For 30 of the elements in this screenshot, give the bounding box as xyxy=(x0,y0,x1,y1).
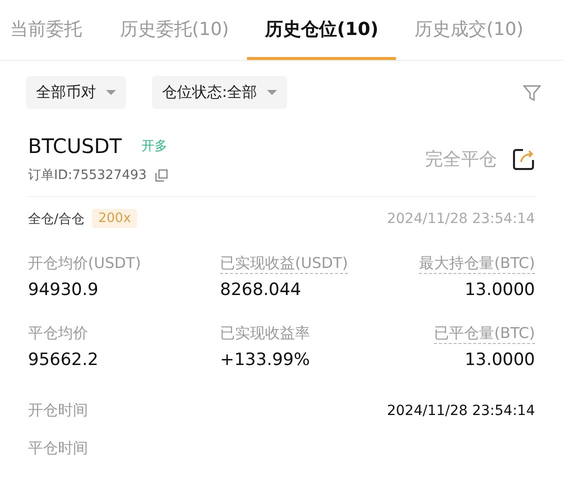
tab[interactable]: 历史仓位(10) xyxy=(246,0,396,60)
caret-icon xyxy=(106,90,116,95)
stat-value: 94930.9 xyxy=(28,280,98,300)
stat-value: 13.0000 xyxy=(464,280,535,300)
order-id: 订单ID:755327493 xyxy=(28,167,147,184)
filter-dropdown[interactable]: 仓位状态:全部 xyxy=(152,76,288,109)
share-icon[interactable] xyxy=(513,148,535,170)
stat-label: 已实现收益(USDT) xyxy=(220,254,348,274)
stat-value: 95662.2 xyxy=(28,350,98,370)
filter-icon[interactable] xyxy=(523,84,541,102)
time-label: 开仓时间 xyxy=(28,401,88,421)
symbol: BTCUSDT xyxy=(28,134,122,158)
position-status: 完全平仓 xyxy=(425,148,497,171)
leverage-tag: 200x xyxy=(92,209,137,228)
stat-label: 已实现收益率 xyxy=(220,324,310,344)
filter-dropdown[interactable]: 全部币对 xyxy=(26,76,126,109)
stat-value: 8268.044 xyxy=(220,280,302,300)
margin-mode: 全仓/合仓 xyxy=(28,210,84,228)
stat-value: 13.0000 xyxy=(464,350,535,370)
stat-label: 最大持仓量(BTC) xyxy=(419,254,535,274)
timestamp: 2024/11/28 23:54:14 xyxy=(386,210,535,226)
side-label: 开多 xyxy=(142,138,168,155)
stat-value: +133.99% xyxy=(220,350,310,370)
stat-label: 已平仓量(BTC) xyxy=(434,324,535,344)
copy-icon[interactable] xyxy=(154,168,168,182)
time-value: 2024/11/28 23:54:14 xyxy=(386,403,535,419)
stat-label: 平仓均价 xyxy=(28,324,88,344)
caret-icon xyxy=(267,90,278,95)
stat-label: 开仓均价(USDT) xyxy=(28,254,141,274)
time-label: 平仓时间 xyxy=(28,439,88,459)
